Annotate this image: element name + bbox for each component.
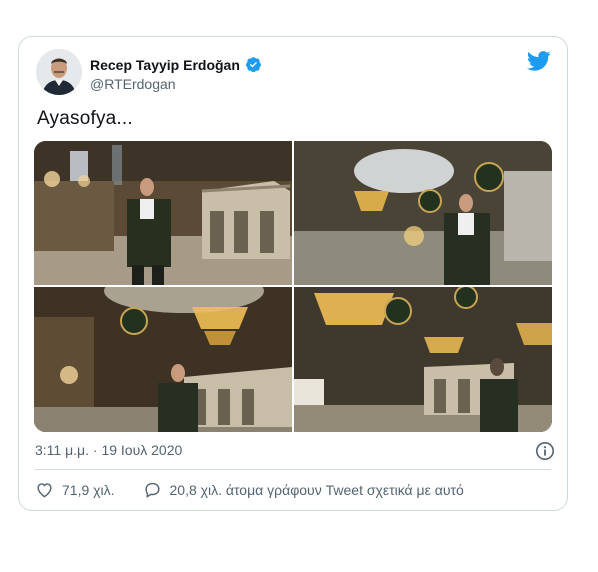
media-grid[interactable] bbox=[34, 141, 552, 432]
info-icon[interactable] bbox=[535, 441, 555, 461]
replies-text: 20,8 χιλ. άτομα γράφουν Tweet σχετικά με… bbox=[169, 481, 464, 498]
timestamp[interactable]: 3:11 μ.μ. · 19 Ιουλ 2020 bbox=[35, 442, 182, 458]
photo-3[interactable] bbox=[34, 287, 292, 432]
speech-bubble-icon bbox=[144, 482, 160, 498]
verified-badge-icon bbox=[245, 56, 262, 73]
divider bbox=[35, 469, 551, 470]
author-handle[interactable]: @RTErdogan bbox=[90, 76, 176, 92]
avatar[interactable] bbox=[36, 49, 82, 95]
twitter-bird-icon[interactable] bbox=[526, 51, 551, 71]
action-bar: 71,9 χιλ. 20,8 χιλ. άτομα γράφουν Tweet … bbox=[35, 480, 464, 499]
photo-1[interactable] bbox=[34, 141, 292, 285]
tweet-card[interactable]: Recep Tayyip Erdoğan @RTErdogan Ayasofya… bbox=[18, 36, 568, 511]
author-name[interactable]: Recep Tayyip Erdoğan bbox=[90, 57, 240, 73]
author-row[interactable]: Recep Tayyip Erdoğan bbox=[90, 56, 262, 73]
avatar-portrait bbox=[36, 49, 82, 95]
like-count: 71,9 χιλ. bbox=[62, 481, 115, 498]
like-button[interactable]: 71,9 χιλ. bbox=[35, 480, 115, 499]
tweet-text: Ayasofya... bbox=[37, 108, 133, 129]
timestamp-row: 3:11 μ.μ. · 19 Ιουλ 2020 bbox=[35, 442, 555, 462]
reply-button[interactable]: 20,8 χιλ. άτομα γράφουν Tweet σχετικά με… bbox=[143, 480, 464, 499]
photo-2[interactable] bbox=[294, 141, 552, 285]
heart-icon bbox=[37, 483, 52, 498]
photo-4[interactable] bbox=[294, 287, 552, 432]
